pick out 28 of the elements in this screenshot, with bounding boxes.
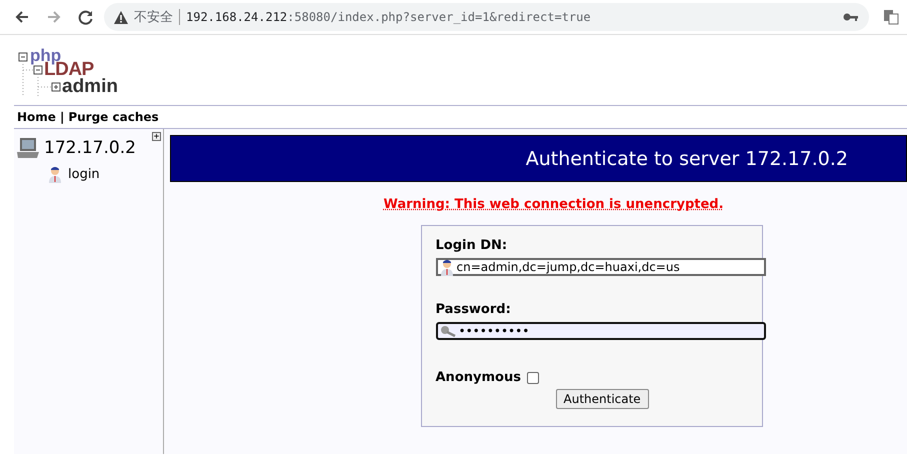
field-label: Password: bbox=[436, 302, 512, 317]
key-icon[interactable] bbox=[843, 12, 859, 22]
tree-item[interactable]: login bbox=[68, 166, 100, 182]
nav-link[interactable]: Home bbox=[17, 110, 56, 124]
security-label: 不安全 bbox=[134, 9, 173, 26]
warning-text: Warning: This web connection is unencrypted. bbox=[383, 197, 724, 212]
warning-icon bbox=[114, 10, 128, 24]
server-name[interactable]: 172.17.0.2 bbox=[44, 138, 136, 158]
expand-button[interactable]: + bbox=[152, 132, 161, 141]
login-dn-field[interactable]: cn=admin,dc=jump,dc=huaxi,dc=us bbox=[436, 258, 766, 276]
user-icon bbox=[48, 165, 62, 183]
back-icon[interactable] bbox=[14, 9, 30, 25]
anonymous-checkbox[interactable] bbox=[526, 372, 539, 384]
translate-icon[interactable] bbox=[883, 9, 899, 25]
url-text: 192.168.24.212:58080/index.php?server_id=1&redirect=true bbox=[186, 10, 591, 24]
password-field[interactable]: •••••••••• bbox=[436, 322, 766, 340]
field-label: Anonymous bbox=[436, 370, 521, 385]
page-header: Authenticate to server 172.17.0.2 bbox=[170, 135, 907, 182]
user-icon bbox=[440, 258, 454, 276]
reload-icon[interactable] bbox=[78, 9, 94, 25]
computer-icon bbox=[16, 137, 40, 159]
separator-text: | bbox=[60, 110, 64, 124]
address-bar[interactable]: 不安全 192.168.24.212:58080/index.php?server_id=1&redirect=true bbox=[104, 3, 869, 31]
logo-drawing: php LDAP admin bbox=[18, 47, 128, 101]
nav-link[interactable]: Purge caches bbox=[68, 110, 159, 124]
key-icon bbox=[440, 325, 456, 337]
authenticate-button[interactable]: Authenticate bbox=[556, 389, 649, 409]
field-label: Login DN: bbox=[436, 238, 508, 253]
